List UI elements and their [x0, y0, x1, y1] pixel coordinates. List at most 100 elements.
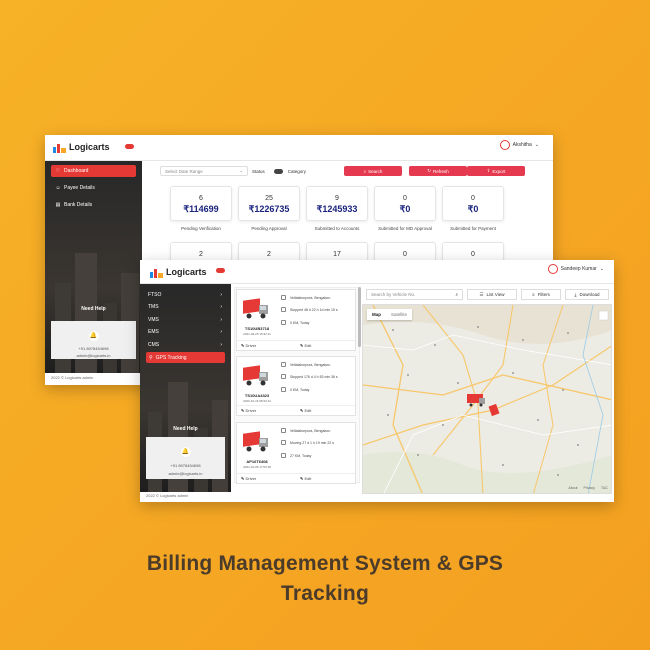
card-submitted-accounts[interactable]: 9 ₹1245933 [306, 186, 368, 221]
user-menu[interactable]: Akshitha ⌄ [499, 140, 539, 150]
vehicle-location: Vellalaborpura, Bengaluru [281, 428, 330, 433]
refresh-button[interactable]: ↻ Refresh [409, 166, 467, 176]
search-button[interactable]: ⌕ Search [344, 166, 402, 176]
tab-satellite[interactable]: Satellite [386, 309, 412, 320]
list-view-button[interactable]: ☰ List View [467, 289, 517, 300]
fullscreen-button[interactable] [598, 310, 609, 321]
sidebar-item-ftso[interactable]: FTSO › [146, 289, 225, 300]
caption-line-1: Billing Management System & GPS [146, 552, 504, 575]
tab-map[interactable]: Map [367, 309, 386, 320]
help-email[interactable]: admin@logicarts.in [146, 471, 225, 476]
driver-link[interactable]: ✎ Driver [237, 408, 296, 413]
vehicle-search-placeholder: Search by Vehicle No. [371, 292, 416, 297]
edit-link[interactable]: ✎ Edit [296, 408, 355, 413]
card-pending-approval[interactable]: 25 ₹1226735 [238, 186, 300, 221]
sidebar-item-label: Bank Details [64, 202, 93, 208]
heart-icon: ♡ [55, 168, 61, 174]
chevron-right-icon: › [220, 328, 222, 335]
list-view-label: List View [486, 292, 505, 297]
category-toggle[interactable] [273, 168, 283, 174]
map-link-terms[interactable]: T&C [601, 486, 608, 490]
filters-button[interactable]: ≡ Filters [521, 289, 561, 300]
vehicle-number: AP16T6408 [246, 459, 268, 464]
billing-topbar: Logicarts Akshitha ⌄ [45, 135, 553, 161]
vehicle-status-text: Stopped 176 d 4 h 53 min 36 s [290, 374, 338, 379]
edit-link[interactable]: ✎ Edit [296, 476, 355, 481]
card-count: 25 [265, 195, 273, 202]
chevron-right-icon: › [220, 316, 222, 323]
map-type-tabs: Map Satellite [367, 309, 413, 320]
caption: Billing Management System & GPS Tracking [0, 549, 650, 609]
caption-line-2: Tracking [281, 582, 369, 605]
logo-bars-icon [150, 266, 164, 278]
date-range-placeholder: Select Date Range [165, 168, 203, 174]
driver-link[interactable]: ✎ Driver [237, 476, 296, 481]
vehicle-number: TS10UA4323 [244, 393, 270, 398]
truck-icon [243, 298, 268, 319]
sidebar-item-label: FTSO [148, 291, 162, 298]
vehicle-search-input[interactable]: Search by Vehicle No. ⌕ [366, 289, 463, 300]
card-count: 0 [471, 251, 475, 258]
avatar-icon [547, 264, 558, 274]
gps-topbar: Logicarts Sandeep Kumar ⌄ [140, 260, 614, 284]
filters-label: Filters [537, 292, 550, 297]
map-link-about[interactable]: About [568, 486, 577, 490]
list-icon: ☰ [479, 291, 484, 297]
gps-window: Logicarts Sandeep Kumar ⌄ FTSO › TMS › VMS… [140, 260, 614, 502]
speedometer-icon [281, 387, 286, 392]
download-button[interactable]: ⤓ Download [565, 289, 609, 300]
vehicle-card[interactable]: TS10UA4323 2020-10-16 08:33:12 Vellalabo… [236, 356, 356, 416]
help-phone[interactable]: +91 8978454698 [146, 463, 225, 468]
location-icon [281, 362, 286, 367]
theme-toggle[interactable] [216, 268, 225, 273]
filter-bar: Select Date Range ⌄ Status Category [160, 166, 306, 176]
search-icon: ⌕ [363, 168, 367, 174]
sidebar-item-vms[interactable]: VMS › [146, 314, 225, 325]
sidebar-item-cms[interactable]: CMS › [146, 339, 225, 350]
theme-toggle[interactable] [125, 144, 134, 149]
card-submitted-payment[interactable]: 0 ₹0 [442, 186, 504, 221]
sidebar-item-tms[interactable]: TMS › [146, 301, 225, 312]
card-submitted-md-approval[interactable]: 0 ₹0 [374, 186, 436, 221]
date-range-select[interactable]: Select Date Range ⌄ [160, 166, 248, 176]
sidebar-item-gps-tracking[interactable]: ⚲ GPS Tracking [146, 352, 225, 363]
export-button[interactable]: ⇪ Export [467, 166, 525, 176]
map-canvas [363, 305, 611, 493]
clock-icon [281, 307, 286, 312]
sidebar-item-ems[interactable]: EMS › [146, 326, 225, 337]
help-email[interactable]: admin@logicarts.in [51, 353, 136, 358]
help-title: Need Help [173, 426, 198, 432]
vehicle-location: Vellalaborpura, Bengaluru [281, 295, 330, 300]
refresh-button-label: Refresh [433, 168, 449, 174]
vehicle-distance: 0 KM, Today [281, 387, 309, 392]
user-name: Akshitha [512, 142, 532, 148]
vehicle-card[interactable]: TS10UB3718 2021-03-25 16:32:11 Vellalabo… [236, 289, 356, 351]
billing-footer: 2022 © Logicarts admin [45, 375, 94, 380]
sidebar-item-payee-details[interactable]: ☺ Payee Details [51, 182, 136, 194]
map-link-privacy[interactable]: Privacy [584, 486, 595, 490]
help-phone[interactable]: +91 8978454698 [51, 346, 136, 351]
edit-link[interactable]: ✎ Edit [296, 343, 355, 348]
card-label: Pending Approval [251, 226, 287, 231]
speedometer-icon [281, 320, 286, 325]
vehicle-distance-text: 27 KM, Today [290, 453, 312, 458]
search-button-label: Search [368, 168, 383, 174]
sidebar-item-bank-details[interactable]: ▤ Bank Details [51, 199, 136, 211]
sidebar-item-label: EMS [148, 328, 159, 335]
chevron-down-icon: ⌄ [534, 142, 539, 148]
driver-link[interactable]: ✎ Driver [237, 343, 296, 348]
bell-icon: 🔔 [88, 331, 99, 341]
map-view[interactable]: Map Satellite About Privacy T&C [362, 304, 612, 494]
sidebar-item-dashboard[interactable]: ♡ Dashboard [51, 165, 136, 177]
vehicle-status-text: Stopped 48 d 22 h 1d min 15 s [290, 307, 338, 312]
chevron-down-icon: ⌄ [239, 168, 243, 173]
card-pending-verification[interactable]: 6 ₹114699 [170, 186, 232, 221]
vehicle-list-scrollbar[interactable] [358, 287, 361, 347]
vehicle-card[interactable]: AP16T6408 2021-01-05 17:53:18 Vellalabor… [236, 422, 356, 484]
download-icon: ⤓ [574, 292, 577, 297]
location-icon [281, 295, 286, 300]
sidebar-item-label: GPS Tracking [155, 354, 187, 361]
vehicle-card-footer: ✎ Driver ✎ Edit [237, 340, 355, 350]
user-menu[interactable]: Sandeep Kumar ⌄ [547, 264, 604, 274]
help-box: 🔔 +91 8978454698 admin@logicarts.in [146, 437, 225, 479]
